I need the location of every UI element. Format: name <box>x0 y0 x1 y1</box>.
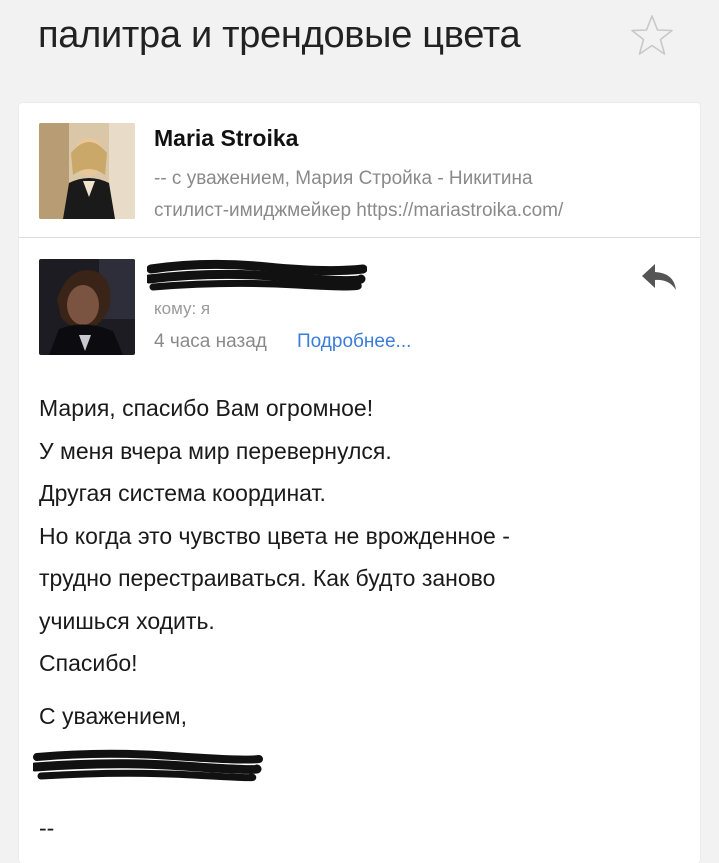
body-line: Другая система координат. <box>39 480 326 506</box>
body-line: Мария, спасибо Вам огромное! <box>39 395 374 421</box>
reply-icon[interactable] <box>639 260 679 292</box>
message-divider <box>19 237 700 238</box>
body-line: трудно перестраиваться. Как будто заново <box>39 565 496 591</box>
details-link[interactable]: Подробнее... <box>297 331 411 353</box>
message-body: Мария, спасибо Вам огромное! У меня вчер… <box>39 387 679 685</box>
recipient-line: кому: я <box>154 299 211 318</box>
message-time: 4 часа назад <box>154 331 267 352</box>
signoff: С уважением, <box>39 703 187 729</box>
star-outline-icon[interactable] <box>628 12 676 60</box>
avatar <box>39 259 135 355</box>
snippet-fade <box>579 191 679 223</box>
body-line: У меня вчера мир перевернулся. <box>39 437 392 464</box>
signature-separator: -- <box>39 815 55 841</box>
body-line: Спасибо! <box>39 650 138 676</box>
body-line: Но когда это чувство цвета не врожденное… <box>39 522 510 549</box>
body-line: учишься ходить. <box>39 607 215 634</box>
sender-name: Maria Stroika <box>154 125 299 151</box>
redaction-scribble <box>147 259 367 291</box>
message-thread-card: Maria Stroika -- с уважением, Мария Стро… <box>19 103 700 863</box>
avatar <box>39 123 135 219</box>
redaction-scribble <box>33 749 263 782</box>
subject-title: палитра и трендовые цвета <box>38 14 521 56</box>
